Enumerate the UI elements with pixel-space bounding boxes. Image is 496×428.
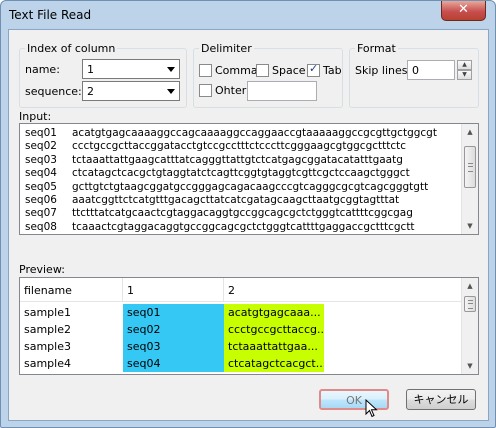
input-line: seq08 tcaaactcgtaggacaggtgccggcagcgctctgg… [25, 221, 415, 233]
column-header-2[interactable]: 2 [224, 278, 463, 302]
cell-filename[interactable]: sample1 [20, 304, 123, 321]
input-line-sequence: acatgtgagcaaaaggccagcaaaaggccaggaaccgtaa… [72, 127, 437, 139]
dialog-client-area: Index of column name: 1 sequence: 2 Deli… [8, 29, 489, 421]
mouse-pointer-icon [365, 399, 378, 418]
cell-column-2[interactable]: tctaaattattgaa... [224, 338, 324, 355]
dialog-window: Text File Read ✕ Index of column name: 1… [0, 0, 496, 428]
input-line-id: seq08 [25, 220, 57, 233]
name-label: name: [25, 63, 60, 76]
cell-column-1[interactable]: seq01 [123, 304, 224, 321]
arrow-down-icon[interactable]: ▼ [457, 70, 472, 80]
other-label: Ohter [215, 84, 247, 97]
input-line-id: seq06 [25, 194, 57, 206]
chevron-down-icon [167, 67, 175, 72]
cancel-button[interactable]: キャンセル [406, 389, 476, 410]
input-label: Input: [19, 110, 52, 123]
input-line-sequence: ctcatagctcacgctgtaggtatctcagttcggtgtaggt… [72, 167, 410, 180]
scroll-up-icon[interactable]: ▲ [462, 124, 478, 140]
chevron-down-icon [167, 89, 175, 94]
cell-column-2[interactable]: ctcatagctcacgct... [224, 355, 324, 372]
column-header-filename[interactable]: filename [20, 278, 123, 302]
cell-filename[interactable]: sample4 [20, 355, 123, 372]
input-line-id: seq03 [25, 153, 57, 166]
other-checkbox[interactable] [199, 84, 212, 97]
input-scrollbar[interactable]: ▲ ▼ [461, 124, 478, 234]
preview-scrollbar[interactable]: ▲ ▼ [461, 278, 478, 374]
input-line-sequence: aaatcggttctcatgtttgacagcttatcatcgatagcaa… [72, 194, 400, 206]
preview-table[interactable]: filename 1 2 sample1 seq01 acatgtgagcaaa..… [19, 277, 479, 375]
scrollbar-thumb[interactable] [464, 146, 476, 188]
input-line-sequence: tctaaattattgaagcatttatcagggttattgtctcatg… [72, 153, 403, 166]
arrow-up-icon[interactable]: ▲ [457, 60, 472, 70]
space-checkbox[interactable] [256, 64, 269, 77]
scroll-down-icon[interactable]: ▼ [462, 218, 478, 234]
cell-filename[interactable]: sample3 [20, 338, 123, 355]
comma-label: Comma [215, 64, 258, 77]
sequence-select-value: 2 [87, 85, 94, 98]
cell-filename[interactable]: sample2 [20, 321, 123, 338]
tab-checkbox[interactable] [307, 62, 320, 77]
name-select-value: 1 [87, 63, 94, 76]
cell-column-1[interactable]: seq04 [123, 355, 224, 372]
cell-column-1[interactable]: seq02 [123, 321, 224, 338]
input-line: seq02 ccctgccgcttaccggatacctgtccgcctttctc… [25, 140, 406, 152]
input-line-id: seq05 [25, 180, 57, 193]
input-line-id: seq02 [25, 140, 57, 153]
close-button[interactable]: ✕ [441, 1, 486, 21]
name-column-select[interactable]: 1 [82, 59, 180, 79]
scroll-down-icon[interactable]: ▼ [462, 358, 478, 374]
cell-column-2[interactable]: acatgtgagcaaa... [224, 304, 324, 321]
preview-label: Preview: [19, 263, 65, 276]
input-line: seq07 ttctttatcatgcaactcgtaggacaggtgccggc… [25, 207, 413, 219]
input-line-sequence: gcttgtctgtaagcggatgccgggagcagacaagcccgtc… [72, 180, 429, 193]
input-line-id: seq04 [25, 167, 57, 180]
input-line: seq01 acatgtgagcaaaaggccagcaaaaggccaggaac… [25, 127, 437, 139]
input-line-id: seq01 [25, 127, 57, 139]
input-line: seq06 aaatcggttctcatgtttgacagcttatcatcgat… [25, 194, 399, 206]
input-line-sequence: ttctttatcatgcaactcgtaggacaggtgccggcagcgc… [72, 207, 413, 220]
input-line-sequence: tcaaactcgtaggacaggtgccggcagcgctctgggtcat… [72, 220, 415, 233]
input-line-id: seq07 [25, 207, 57, 220]
sequence-label: sequence: [25, 85, 82, 98]
cell-column-2[interactable]: ccctgccgcttaccg... [224, 321, 324, 338]
scroll-up-icon[interactable]: ▲ [462, 278, 478, 294]
sequence-column-select[interactable]: 2 [82, 81, 180, 101]
index-group-title: Index of column [25, 42, 118, 55]
input-line: seq05 gcttgtctgtaagcggatgccgggagcagacaagc… [25, 181, 428, 193]
input-line: seq03 tctaaattattgaagcatttatcagggttattgtc… [25, 154, 403, 166]
cell-column-1[interactable]: seq03 [123, 338, 224, 355]
skip-lines-label: Skip lines: [355, 64, 412, 77]
skip-lines-input[interactable]: 0 [407, 60, 455, 80]
input-line-sequence: ccctgccgcttaccggatacctgtccgcctttctcccttc… [72, 140, 407, 153]
input-line: seq04 ctcatagctcacgctgtaggtatctcagttcggtg… [25, 167, 410, 179]
window-title: Text File Read [9, 8, 92, 22]
delimiter-group-title: Delimiter [199, 42, 254, 55]
scrollbar-thumb[interactable] [464, 296, 476, 312]
format-group-title: Format [355, 42, 398, 55]
comma-checkbox[interactable] [199, 64, 212, 77]
column-header-1[interactable]: 1 [123, 278, 224, 302]
tab-label: Tab [323, 64, 342, 77]
space-label: Space [272, 64, 306, 77]
other-delimiter-input[interactable] [247, 81, 317, 101]
input-text-panel[interactable]: seq01 acatgtgagcaaaaggccagcaaaaggccaggaac… [19, 123, 479, 235]
